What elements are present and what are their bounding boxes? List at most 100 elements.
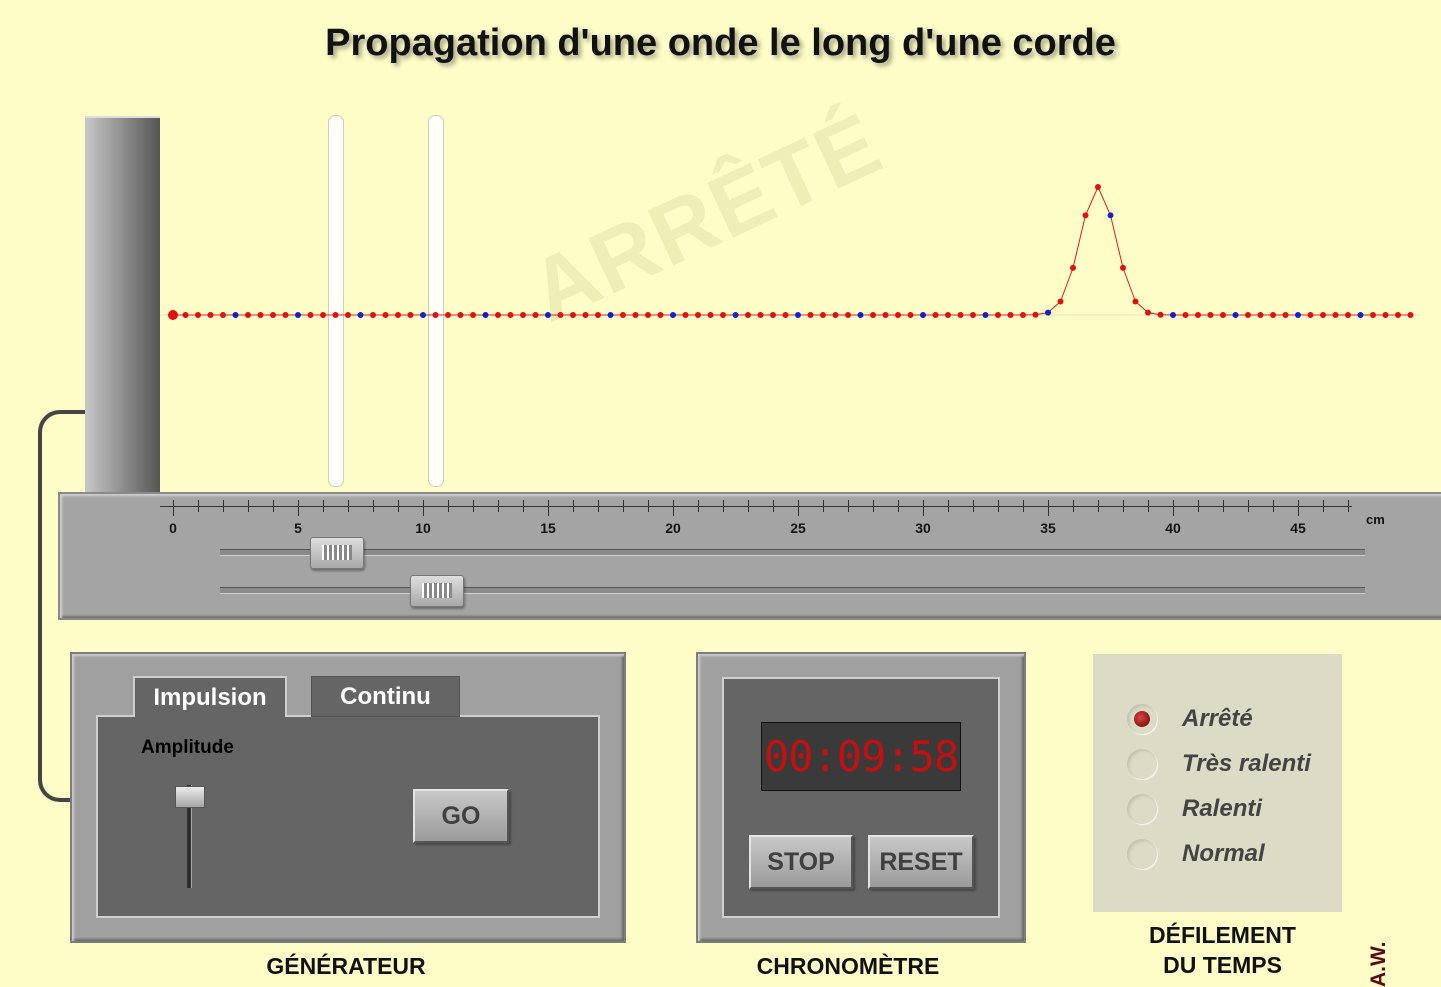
probe-1-slider-thumb[interactable] (309, 537, 364, 569)
rope-marker-bead (982, 312, 989, 318)
chrono-display: 00:09:58 (761, 722, 961, 791)
ruler-tick (748, 500, 749, 512)
rope-bead (820, 312, 826, 318)
ruler-tick (348, 500, 349, 512)
ruler-tick (773, 500, 774, 512)
ruler-tick (423, 500, 424, 516)
rope-marker-bead (1170, 311, 1176, 318)
ruler-tick (1173, 500, 1174, 516)
rope-marker-bead (670, 312, 676, 318)
rope-wave (160, 184, 1420, 320)
ruler-tick (448, 500, 449, 512)
go-button[interactable]: GO (413, 789, 509, 843)
ruler-tick (1048, 500, 1049, 516)
author-signature: A.W. (1367, 941, 1390, 987)
rope-bead (907, 312, 914, 318)
rope-bead (882, 312, 889, 318)
rope-bead (807, 312, 814, 318)
rope-bead (832, 312, 839, 318)
rope-bead (1370, 312, 1376, 318)
ruler-tick (298, 500, 299, 516)
amplitude-slider-thumb[interactable] (175, 786, 205, 808)
rope-bead (1132, 298, 1139, 305)
rope-marker-bead (420, 312, 426, 318)
ruler-tick (573, 500, 574, 512)
rope-bead (1020, 311, 1026, 318)
ruler-tick (1023, 500, 1024, 512)
probe-2-slider-thumb[interactable] (409, 575, 464, 607)
rope-bead (282, 312, 289, 318)
radio-tres-ralenti[interactable] (1127, 749, 1157, 779)
rope-marker-bead (732, 312, 739, 318)
rope-marker-bead (857, 312, 864, 318)
rope-bead (1245, 312, 1251, 318)
ruler-tick (248, 500, 249, 512)
rope-bead (445, 312, 451, 318)
rope-marker-bead (1295, 312, 1301, 318)
rope-bead (457, 312, 464, 318)
rope-bead (645, 312, 651, 318)
ruler-tick (898, 500, 899, 512)
ruler-rail (58, 492, 1441, 620)
probe-2-slider-track[interactable] (220, 587, 1365, 594)
rope-bead (620, 312, 626, 318)
ruler-tick-label: 45 (1290, 520, 1306, 536)
ruler-tick-label: 15 (540, 520, 556, 536)
rope-bead (1257, 312, 1264, 318)
speed-panel (1093, 654, 1342, 912)
rope-bead (895, 312, 901, 318)
rope-bead (307, 312, 314, 318)
reset-button[interactable]: RESET (868, 835, 974, 889)
rope-bead (770, 312, 776, 318)
rope-bead (707, 312, 714, 318)
radio-normal[interactable] (1127, 839, 1157, 869)
rope-marker-bead (1045, 309, 1051, 316)
rope-bead (745, 312, 751, 318)
speed-caption-line1: DÉFILEMENT (1149, 922, 1296, 948)
rope-bead (520, 312, 526, 318)
ruler-tick (473, 500, 474, 512)
radio-arrete[interactable] (1127, 704, 1157, 734)
ruler-tick-label: 40 (1165, 520, 1181, 536)
ruler-tick (1248, 500, 1249, 512)
rope-bead (570, 312, 576, 318)
chrono-caption: CHRONOMÈTRE (756, 953, 940, 979)
rope-bead (470, 312, 476, 318)
rope-bead (220, 312, 226, 318)
ruler-tick (848, 500, 849, 512)
rope-bead (207, 312, 214, 318)
rope-marker-bead (607, 312, 614, 318)
rope-bead (957, 312, 964, 318)
radio-ralenti[interactable] (1127, 794, 1157, 824)
rope-marker-bead (357, 312, 364, 318)
rope-bead (632, 312, 639, 318)
rope-marker-bead (295, 312, 301, 318)
rope-bead (1220, 312, 1226, 318)
rope-bead (332, 312, 339, 318)
radio-label-arrete[interactable]: Arrêté (1182, 705, 1253, 733)
rope-bead (168, 310, 178, 320)
ruler-tick-label: 30 (915, 520, 931, 536)
ruler-tick (1148, 500, 1149, 512)
rope-marker-bead (1232, 312, 1239, 318)
rope-bead (1395, 312, 1401, 318)
radio-label-normal[interactable]: Normal (1182, 840, 1265, 868)
rope-bead (845, 312, 851, 318)
ruler-tick (1198, 500, 1199, 512)
ruler-tick (998, 500, 999, 512)
rope-bead (1407, 312, 1414, 318)
rope-bead (257, 312, 264, 318)
rope-bead (1032, 311, 1039, 318)
rope-bead (1207, 312, 1214, 318)
ruler-tick (1273, 500, 1274, 512)
ruler-tick-label: 20 (665, 520, 681, 536)
tab-impulsion[interactable]: Impulsion (133, 676, 287, 717)
rope-bead (432, 312, 439, 318)
rope-bead (657, 312, 664, 318)
rope-bead (1120, 264, 1126, 271)
radio-label-tres-ralenti[interactable]: Très ralenti (1182, 750, 1311, 778)
radio-label-ralenti[interactable]: Ralenti (1182, 795, 1262, 823)
tab-continu[interactable]: Continu (311, 676, 460, 717)
probe-1-slider-track[interactable] (220, 549, 1365, 556)
stop-button[interactable]: STOP (749, 835, 853, 889)
